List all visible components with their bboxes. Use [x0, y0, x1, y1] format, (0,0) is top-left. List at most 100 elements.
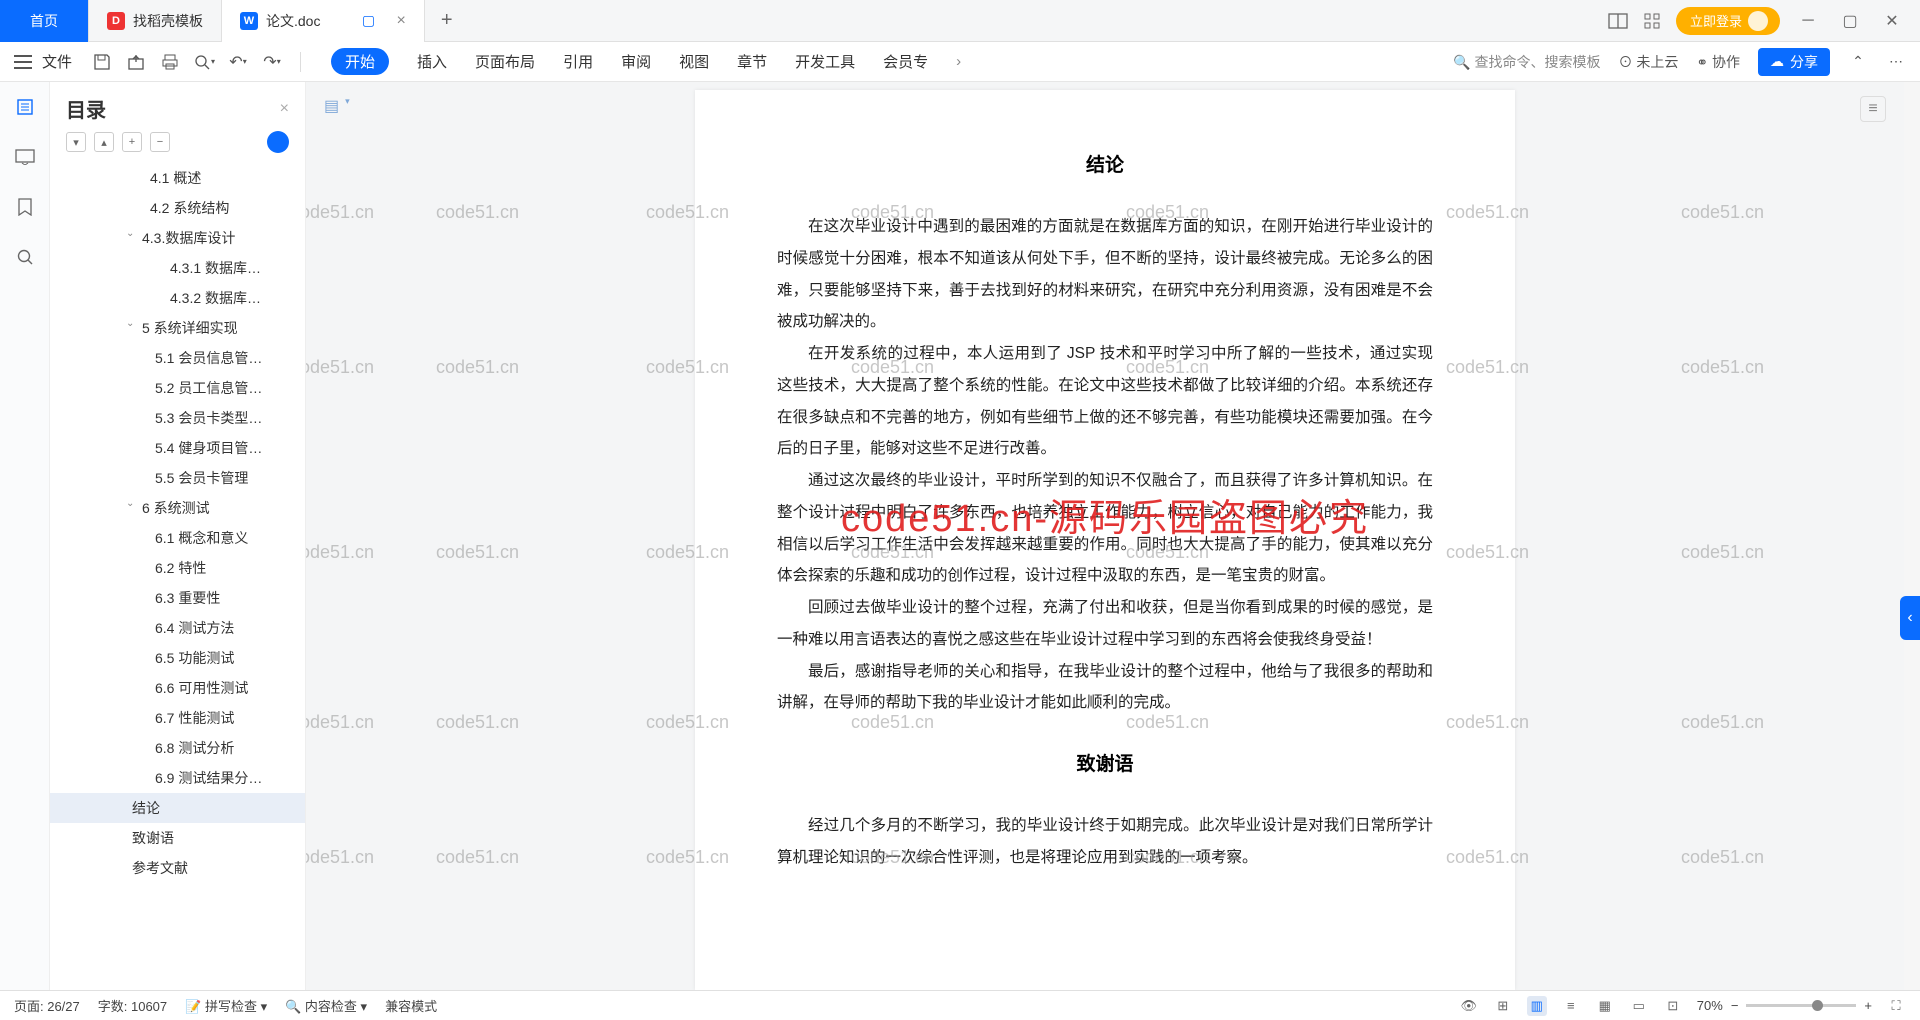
- outline-item[interactable]: ⌄5 系统详细实现: [50, 313, 305, 343]
- outline-item[interactable]: ⌄6 系统测试: [50, 493, 305, 523]
- slide-icon[interactable]: [14, 146, 36, 168]
- ribbon-tab-view[interactable]: 视图: [679, 51, 709, 72]
- dotgrid-icon[interactable]: ⊞: [1493, 996, 1513, 1016]
- outline-item[interactable]: 6.4 测试方法: [50, 613, 305, 643]
- undo-icon[interactable]: ↶▾: [226, 50, 250, 74]
- ribbon-tab-layout[interactable]: 页面布局: [475, 51, 535, 72]
- outline-item[interactable]: 6.3 重要性: [50, 583, 305, 613]
- outline-item[interactable]: 5.2 员工信息管…: [50, 373, 305, 403]
- remove-level-icon[interactable]: −: [150, 132, 170, 152]
- spellcheck-button[interactable]: 📝 拼写检查 ▾: [185, 996, 267, 1015]
- page-view-icon[interactable]: ▥: [1527, 996, 1547, 1016]
- ribbon-tab-start[interactable]: 开始: [331, 48, 389, 75]
- zoom-in-icon[interactable]: +: [1864, 998, 1872, 1013]
- outline-item[interactable]: 6.6 可用性测试: [50, 673, 305, 703]
- cloud-status[interactable]: ⊙ 未上云: [1618, 52, 1678, 72]
- outline-item[interactable]: 5.1 会员信息管…: [50, 343, 305, 373]
- split-icon[interactable]: [1608, 11, 1628, 31]
- document-page: 结论 在这次毕业设计中遇到的最困难的方面就是在数据库方面的知识，在刚开始进行毕业…: [695, 90, 1515, 990]
- presentation-icon[interactable]: ▢: [358, 11, 378, 31]
- outline-item[interactable]: 6.1 概念和意义: [50, 523, 305, 553]
- ribbon-tab-chapter[interactable]: 章节: [737, 51, 767, 72]
- login-button[interactable]: 立即登录: [1676, 7, 1780, 35]
- outline-item[interactable]: 6.9 测试结果分…: [50, 763, 305, 793]
- minimize-button[interactable]: ─: [1794, 12, 1822, 30]
- search-command[interactable]: 🔍 查找命令、搜索模板: [1453, 52, 1600, 72]
- file-menu[interactable]: 文件: [42, 51, 72, 72]
- tab-templates[interactable]: D 找稻壳模板: [89, 0, 222, 42]
- content-check-button[interactable]: 🔍 内容检查 ▾: [285, 996, 367, 1015]
- save-icon[interactable]: [90, 50, 114, 74]
- eye-icon[interactable]: 👁: [1459, 996, 1479, 1016]
- outline-item[interactable]: 4.1 概述: [50, 163, 305, 193]
- paragraph: 通过这次最终的毕业设计，平时所学到的知识不仅融合了，而且获得了许多计算机知识。在…: [777, 465, 1433, 592]
- ribbon-tab-references[interactable]: 引用: [563, 51, 593, 72]
- menu-icon[interactable]: [14, 55, 32, 69]
- page-indicator[interactable]: 页面: 26/27: [14, 996, 80, 1015]
- right-collapse-tab[interactable]: ‹: [1900, 596, 1920, 640]
- watermark: code51.cn: [306, 847, 374, 868]
- collab-button[interactable]: ⚭ 协作: [1696, 52, 1740, 72]
- zoom-out-icon[interactable]: −: [1731, 998, 1739, 1013]
- tab-document[interactable]: W 论文.doc ▢ ×: [222, 0, 425, 42]
- outline-item[interactable]: 5.3 会员卡类型…: [50, 403, 305, 433]
- redo-icon[interactable]: ↷▾: [260, 50, 284, 74]
- document-area[interactable]: ▤ ▾ ≡ 结论 在这次毕业设计中遇到的最困难的方面就是在数据库方面的知识，在刚…: [306, 82, 1904, 990]
- tab-home[interactable]: 首页: [0, 0, 89, 42]
- outline-item[interactable]: 6.2 特性: [50, 553, 305, 583]
- compat-mode[interactable]: 兼容模式: [385, 996, 437, 1015]
- outline-item[interactable]: 致谢语: [50, 823, 305, 853]
- fit-icon[interactable]: ⊡: [1663, 996, 1683, 1016]
- watermark: code51.cn: [306, 712, 374, 733]
- watermark: code51.cn: [1681, 542, 1764, 563]
- outline-list: 4.1 概述4.2 系统结构⌄4.3.数据库设计4.3.1 数据库…4.3.2 …: [50, 163, 305, 990]
- print-preview-icon[interactable]: ▾: [192, 50, 216, 74]
- export-icon[interactable]: [124, 50, 148, 74]
- outline-item[interactable]: 参考文献: [50, 853, 305, 883]
- ribbon-tab-review[interactable]: 审阅: [621, 51, 651, 72]
- close-tab-icon[interactable]: ×: [396, 12, 405, 30]
- ai-assist-icon[interactable]: [267, 131, 289, 153]
- outline-title: 目录: [66, 94, 106, 123]
- ribbon-more-icon[interactable]: ›: [956, 53, 961, 70]
- watermark: code51.cn: [436, 202, 519, 223]
- expand-all-icon[interactable]: ▴: [94, 132, 114, 152]
- new-tab-button[interactable]: +: [425, 9, 469, 32]
- outline-item[interactable]: 5.5 会员卡管理: [50, 463, 305, 493]
- outline-item[interactable]: 4.3.1 数据库…: [50, 253, 305, 283]
- apps-icon[interactable]: [1642, 11, 1662, 31]
- add-level-icon[interactable]: +: [122, 132, 142, 152]
- print-icon[interactable]: [158, 50, 182, 74]
- outline-item[interactable]: 6.5 功能测试: [50, 643, 305, 673]
- panel-toggle-icon[interactable]: ≡: [1860, 96, 1886, 122]
- outline-item[interactable]: 4.3.2 数据库…: [50, 283, 305, 313]
- fullscreen-icon[interactable]: ⛶: [1886, 996, 1906, 1016]
- outline-item[interactable]: 4.2 系统结构: [50, 193, 305, 223]
- close-window-button[interactable]: ✕: [1878, 11, 1906, 31]
- ribbon-tab-insert[interactable]: 插入: [417, 51, 447, 72]
- outline-icon[interactable]: [14, 96, 36, 118]
- outline-item[interactable]: 6.8 测试分析: [50, 733, 305, 763]
- share-button[interactable]: ☁ 分享: [1758, 48, 1830, 76]
- outline-item[interactable]: 结论: [50, 793, 305, 823]
- title-bar: 首页 D 找稻壳模板 W 论文.doc ▢ × + 立即登录 ─ ▢ ✕: [0, 0, 1920, 42]
- collapse-all-icon[interactable]: ▾: [66, 132, 86, 152]
- outline-item[interactable]: 6.7 性能测试: [50, 703, 305, 733]
- bookmark-icon[interactable]: [14, 196, 36, 218]
- search-icon[interactable]: [14, 246, 36, 268]
- zoom-slider[interactable]: 70% − +: [1697, 998, 1872, 1013]
- ribbon-tab-devtools[interactable]: 开发工具: [795, 51, 855, 72]
- outline-item[interactable]: ⌄4.3.数据库设计: [50, 223, 305, 253]
- vertical-scrollbar[interactable]: [1904, 82, 1920, 990]
- outline-item[interactable]: 5.4 健身项目管…: [50, 433, 305, 463]
- maximize-button[interactable]: ▢: [1836, 11, 1864, 31]
- outline-view-icon[interactable]: ≡: [1561, 996, 1581, 1016]
- word-count[interactable]: 字数: 10607: [98, 996, 167, 1015]
- more-icon[interactable]: ⋯: [1886, 52, 1906, 72]
- close-outline-icon[interactable]: ×: [280, 100, 289, 118]
- ribbon-tab-member[interactable]: 会员专: [883, 51, 928, 72]
- collapse-ribbon-icon[interactable]: ⌃: [1848, 52, 1868, 72]
- read-view-icon[interactable]: ▭: [1629, 996, 1649, 1016]
- web-view-icon[interactable]: ▦: [1595, 996, 1615, 1016]
- page-format-icon[interactable]: ▤ ▾: [324, 96, 350, 116]
